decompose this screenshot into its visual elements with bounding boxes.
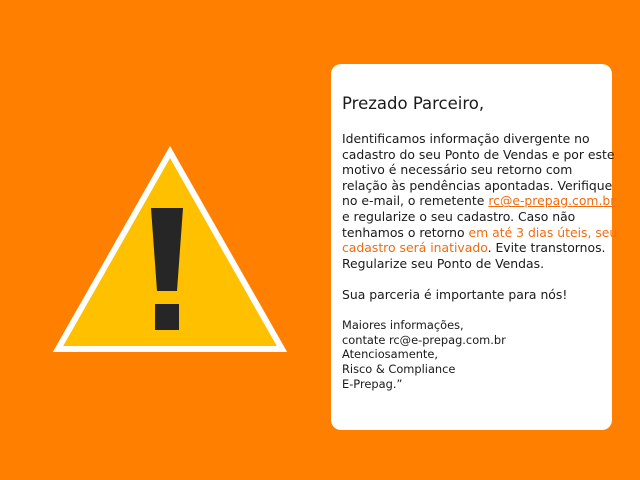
body-line: motivo é necessário seu retorno com — [342, 162, 573, 178]
exclamation-dot — [155, 304, 179, 330]
email-link[interactable]: rc@e-prepag.com.br — [488, 193, 615, 208]
closing-line: Atenciosamente, — [342, 347, 439, 362]
body-text: . Evite transtornos. — [487, 240, 606, 256]
company-line: E-Prepag.” — [342, 376, 403, 391]
body-text: tenhamos o retorno — [342, 224, 469, 240]
thanks-line: Sua parceria é importante para nós! — [342, 287, 602, 303]
body-text: no e-mail, o remetente — [342, 193, 489, 209]
deadline-warning: em até 3 dias úteis, seu — [468, 224, 618, 240]
body-line: relação às pendências apontadas. Verifiq… — [342, 177, 613, 193]
body-line: tenhamos o retorno em até 3 dias úteis, … — [342, 224, 617, 241]
contact-info: Maiores informações, contate rc@e-prepag… — [342, 318, 602, 391]
body-line: e regularize o seu cadastro. Caso não — [342, 208, 576, 224]
body-line: no e-mail, o remetente rc@e-prepag.com.b… — [342, 193, 615, 209]
department-line: Risco & Compliance — [342, 361, 456, 376]
info-line: Maiores informações, — [342, 318, 464, 333]
thanks-text: Sua parceria é importante para nós! — [342, 286, 568, 302]
deactivation-warning: cadastro será inativado — [342, 240, 488, 256]
body-line: Regularize seu Ponto de Vendas. — [342, 255, 545, 271]
body-line: Identificamos informação divergente no — [342, 131, 590, 146]
warning-triangle-icon — [52, 146, 288, 352]
contact-line: contate rc@e-prepag.com.br — [342, 332, 506, 347]
body-line: cadastro do seu Ponto de Vendas e por es… — [342, 146, 615, 162]
message-body: Identificamos informação divergente no c… — [342, 131, 617, 271]
greeting-heading: Prezado Parceiro, — [342, 94, 485, 113]
message-card: Prezado Parceiro, Identificamos informaç… — [331, 64, 617, 430]
body-line: cadastro será inativado. Evite transtorn… — [342, 240, 605, 256]
